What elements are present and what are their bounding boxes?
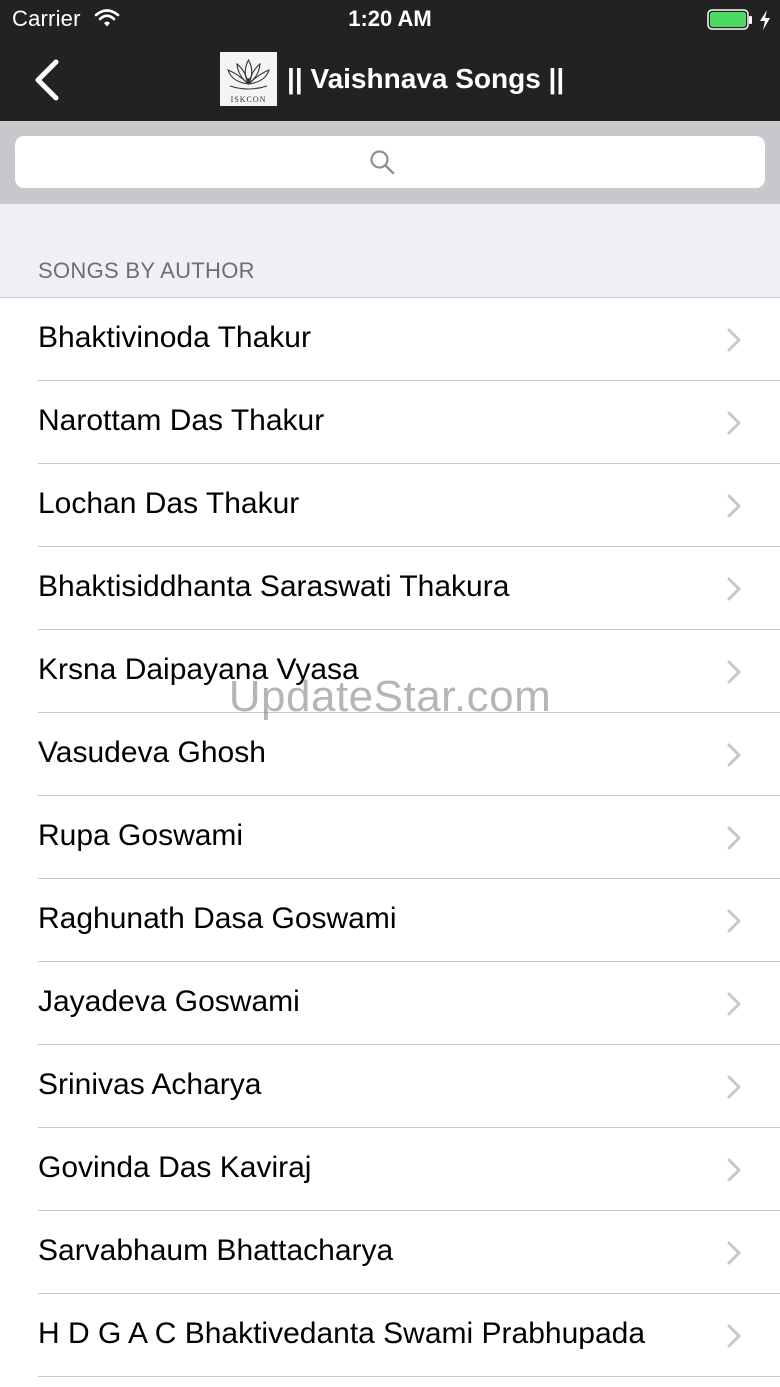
chevron-right-icon <box>727 743 741 767</box>
author-row[interactable]: Srinivas Acharya <box>0 1045 780 1128</box>
charging-bolt-icon <box>760 10 770 30</box>
battery-icon <box>707 9 752 30</box>
author-row[interactable]: Raghunath Dasa Goswami <box>0 879 780 962</box>
search-bar-container <box>0 121 780 204</box>
clock-label: 1:20 AM <box>348 6 432 31</box>
author-row[interactable]: Sarvabhaum Bhattacharya <box>0 1211 780 1294</box>
author-row[interactable]: Vasudeva Ghosh <box>0 713 780 796</box>
chevron-right-icon <box>727 826 741 850</box>
chevron-right-icon <box>727 328 741 352</box>
section-header: SONGS BY AUTHOR <box>38 258 255 283</box>
author-row[interactable]: Krsna Daipayana Vyasa <box>0 630 780 713</box>
author-row[interactable]: Lochan Das Thakur <box>0 464 780 547</box>
author-label: Raghunath Dasa Goswami <box>38 902 397 935</box>
status-bar: Carrier 1:20 AM <box>0 0 780 40</box>
chevron-right-icon <box>727 1241 741 1265</box>
author-row[interactable]: Narottam Das Thakur <box>0 381 780 464</box>
author-label: Sarvabhaum Bhattacharya <box>38 1234 394 1267</box>
author-label: Krsna Daipayana Vyasa <box>38 653 359 686</box>
author-label: H D G A C Bhaktivedanta Swami Prabhupada <box>38 1317 646 1350</box>
search-field[interactable] <box>15 136 765 188</box>
navigation-bar: ISKCON || Vaishnava Songs || <box>0 40 780 121</box>
chevron-right-icon <box>727 1324 741 1348</box>
author-row[interactable]: Rupa Goswami <box>0 796 780 879</box>
back-chevron-icon[interactable] <box>32 58 62 102</box>
chevron-right-icon <box>727 411 741 435</box>
search-input[interactable] <box>15 136 765 188</box>
chevron-right-icon <box>727 992 741 1016</box>
nav-title-group: ISKCON || Vaishnava Songs || <box>220 52 564 106</box>
author-label: Srinivas Acharya <box>38 1068 262 1101</box>
author-label: Rupa Goswami <box>38 819 244 852</box>
chevron-right-icon <box>727 1158 741 1182</box>
chevron-right-icon <box>727 909 741 933</box>
author-label: Govinda Das Kaviraj <box>38 1151 312 1184</box>
author-row[interactable]: Bhaktisiddhanta Saraswati Thakura <box>0 547 780 630</box>
author-label: Jayadeva Goswami <box>38 985 300 1018</box>
author-label: Narottam Das Thakur <box>38 404 325 437</box>
author-label: Bhaktisiddhanta Saraswati Thakura <box>38 570 510 603</box>
author-label: Lochan Das Thakur <box>38 487 300 520</box>
chevron-right-icon <box>727 660 741 684</box>
chevron-right-icon <box>727 1075 741 1099</box>
author-list: Bhaktivinoda Thakur Narottam Das Thakur Lo… <box>0 298 780 1377</box>
logo-text: ISKCON <box>230 95 267 104</box>
chevron-right-icon <box>727 494 741 518</box>
author-row[interactable]: Jayadeva Goswami <box>0 962 780 1045</box>
page-title: || Vaishnava Songs || <box>287 63 565 94</box>
lotus-icon <box>227 58 270 90</box>
author-label: Vasudeva Ghosh <box>38 736 266 769</box>
author-label: Bhaktivinoda Thakur <box>38 321 311 354</box>
iskcon-logo: ISKCON <box>220 52 277 106</box>
author-row[interactable]: H D G A C Bhaktivedanta Swami Prabhupada <box>0 1294 780 1377</box>
author-row[interactable]: Govinda Das Kaviraj <box>0 1128 780 1211</box>
author-row[interactable]: Bhaktivinoda Thakur <box>0 298 780 381</box>
chevron-right-icon <box>727 577 741 601</box>
